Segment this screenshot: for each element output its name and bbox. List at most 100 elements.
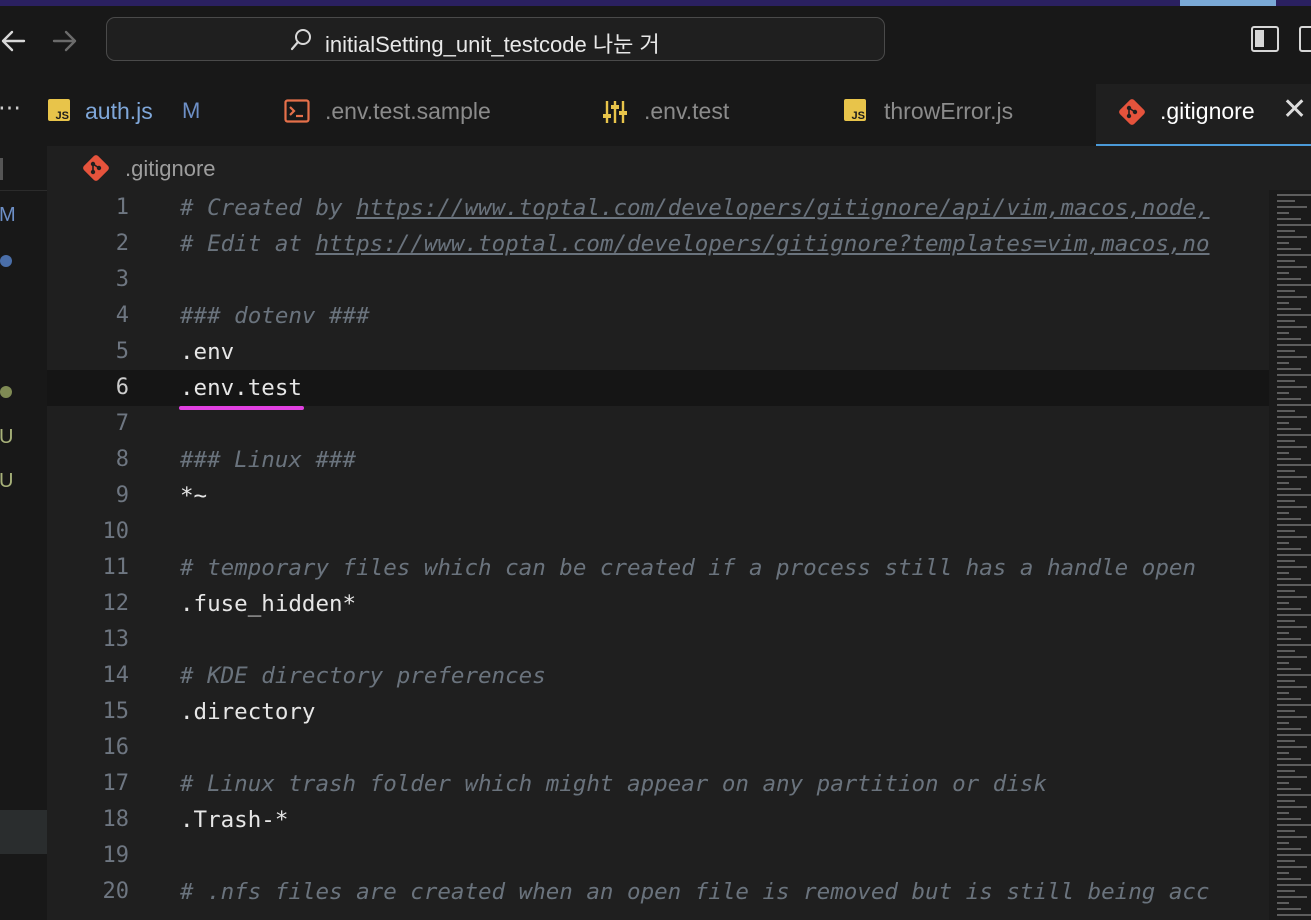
minimap-line	[1277, 224, 1311, 226]
panel-layout-icon[interactable]	[1299, 26, 1311, 52]
minimap-line	[1277, 608, 1301, 610]
minimap-line	[1277, 854, 1311, 856]
line-number: 15	[102, 699, 130, 724]
minimap-line	[1277, 428, 1301, 430]
tab-env-test-sample[interactable]: .env.test.sample	[270, 84, 560, 146]
minimap-line	[1277, 830, 1295, 832]
minimap-line	[1277, 620, 1295, 622]
code-line[interactable]: 20 # .nfs files are created when an open …	[47, 874, 1269, 910]
editor-tab-bar: ⋯ JS auth.js M .env.test.sample .env.tes…	[0, 84, 1311, 146]
code-text: ### dotenv ###	[180, 303, 370, 329]
code-line[interactable]: 5 .env	[47, 334, 1269, 370]
minimap-line	[1277, 554, 1311, 556]
minimap-line	[1277, 272, 1289, 274]
close-icon[interactable]: ✕	[1282, 92, 1307, 127]
code-line[interactable]: 15 .directory	[47, 694, 1269, 730]
git-icon	[1119, 99, 1145, 125]
title-bar: initialSetting_unit_testcode 나눈 거	[0, 6, 1311, 84]
code-line[interactable]: 18 .Trash-*	[47, 802, 1269, 838]
minimap-line	[1277, 260, 1295, 262]
forward-button[interactable]	[52, 28, 78, 59]
minimap-line	[1277, 464, 1311, 466]
minimap-line	[1277, 860, 1295, 862]
command-center-search[interactable]: initialSetting_unit_testcode 나눈 거	[106, 17, 885, 61]
minimap-line	[1277, 746, 1307, 748]
minimap-line	[1277, 194, 1311, 196]
minimap-line	[1277, 788, 1301, 790]
minimap-line	[1277, 356, 1307, 358]
minimap-line	[1277, 488, 1301, 490]
line-number: 8	[115, 447, 129, 472]
code-text: .env.test	[180, 375, 302, 401]
minimap[interactable]	[1269, 190, 1311, 920]
code-line[interactable]: 8 ### Linux ###	[47, 442, 1269, 478]
minimap-line	[1277, 656, 1307, 658]
code-line[interactable]: 2 # Edit at https://www.toptal.com/develo…	[47, 226, 1269, 262]
code-line[interactable]: 11 # temporary files which can be created…	[47, 550, 1269, 586]
minimap-line	[1277, 578, 1301, 580]
modified-badge: M	[182, 98, 201, 123]
line-number: 19	[102, 843, 130, 868]
selected-file-row[interactable]	[0, 810, 47, 854]
minimap-line	[1277, 632, 1289, 634]
git-status-untracked: U	[0, 470, 14, 492]
code-line[interactable]: 10	[47, 514, 1269, 550]
status-dot	[0, 386, 12, 398]
minimap-line	[1277, 842, 1289, 844]
code-text: # .nfs files are created when an open fi…	[180, 879, 1210, 905]
code-line[interactable]: 17 # Linux trash folder which might appea…	[47, 766, 1269, 802]
tab-auth-js[interactable]: JS auth.js M	[40, 84, 240, 146]
minimap-line	[1277, 848, 1301, 850]
code-line[interactable]: 3	[47, 262, 1269, 298]
minimap-line	[1277, 638, 1301, 640]
js-file-icon: JS	[48, 99, 70, 122]
code-link[interactable]: https://www.toptal.com/developers/gitign…	[315, 231, 1209, 257]
minimap-line	[1277, 602, 1289, 604]
minimap-line	[1277, 200, 1295, 202]
minimap-line	[1277, 290, 1295, 292]
minimap-line	[1277, 248, 1301, 250]
minimap-line	[1277, 410, 1295, 412]
tab-label: auth.js	[85, 98, 153, 124]
minimap-line	[1277, 890, 1295, 892]
more-icon: ⋯	[0, 94, 21, 120]
code-editor[interactable]: 1 # Created by https://www.toptal.com/dev…	[47, 190, 1269, 920]
code-line[interactable]: 16	[47, 730, 1269, 766]
code-line[interactable]: 4 ### dotenv ###	[47, 298, 1269, 334]
code-line[interactable]: 9 *~	[47, 478, 1269, 514]
minimap-line	[1277, 230, 1295, 232]
minimap-line	[1277, 278, 1301, 280]
code-line[interactable]: 19	[47, 838, 1269, 874]
minimap-line	[1277, 542, 1289, 544]
minimap-line	[1277, 302, 1289, 304]
minimap-line	[1277, 782, 1289, 784]
tab-gitignore[interactable]: .gitignore ✕	[1096, 84, 1311, 146]
spellcheck-underline	[179, 406, 304, 410]
minimap-line	[1277, 236, 1307, 238]
back-button[interactable]	[0, 28, 26, 59]
breadcrumb-file[interactable]: .gitignore	[125, 156, 216, 182]
code-line[interactable]: 1 # Created by https://www.toptal.com/dev…	[47, 190, 1269, 226]
code-line[interactable]: 12 .fuse_hidden*	[47, 586, 1269, 622]
code-line[interactable]: 6 .env.test	[47, 370, 1269, 406]
terminal-icon	[284, 99, 310, 123]
sidebar-layout-icon[interactable]	[1251, 26, 1279, 52]
minimap-line	[1277, 332, 1289, 334]
minimap-line	[1277, 422, 1289, 424]
search-text: initialSetting_unit_testcode 나눈 거	[325, 32, 660, 57]
code-line[interactable]: 7	[47, 406, 1269, 442]
code-line[interactable]: 14 # KDE directory preferences	[47, 658, 1269, 694]
sidebar-indicator	[0, 158, 3, 180]
code-link[interactable]: https://www.toptal.com/developers/gitign…	[356, 195, 1209, 221]
minimap-line	[1277, 794, 1311, 796]
code-text: # Edit at https://www.toptal.com/develop…	[180, 231, 1210, 257]
minimap-line	[1277, 326, 1307, 328]
minimap-line	[1277, 668, 1301, 670]
minimap-line	[1277, 674, 1311, 676]
minimap-line	[1277, 344, 1311, 346]
code-text: # Linux trash folder which might appear …	[180, 771, 1047, 797]
tab-overflow-button[interactable]: ⋯	[0, 84, 40, 146]
code-line[interactable]: 13	[47, 622, 1269, 658]
tab-throwerror-js[interactable]: JS throwError.js	[830, 84, 1070, 146]
tab-env-test[interactable]: .env.test	[590, 84, 810, 146]
